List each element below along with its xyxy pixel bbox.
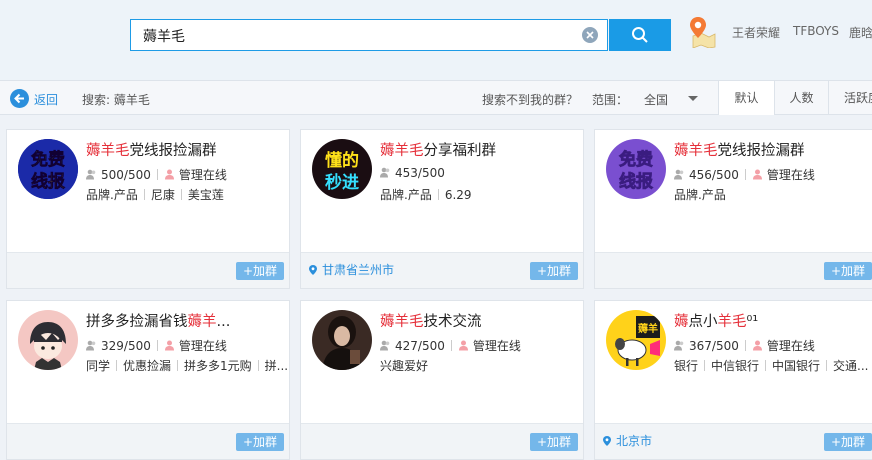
close-icon [586, 31, 594, 39]
group-avatar[interactable] [18, 310, 78, 370]
join-group-button[interactable]: +加群 [236, 262, 284, 280]
join-group-button[interactable]: +加群 [530, 433, 578, 451]
join-group-button[interactable]: +加群 [530, 262, 578, 280]
cartoon-boy-icon [18, 310, 78, 370]
group-title[interactable]: 薅羊毛技术交流 [380, 310, 482, 331]
card-footer: +加群 [7, 252, 289, 288]
admin-icon [458, 340, 468, 351]
clear-search-button[interactable] [582, 27, 598, 43]
members-icon [674, 340, 684, 351]
group-meta: 367/500 管理在线 [674, 337, 815, 354]
group-title[interactable]: 薅羊毛党线报捡漏群 [674, 139, 805, 160]
range-label: 范围： [592, 93, 629, 107]
search-summary: 搜索: 薅羊毛 [82, 93, 150, 107]
search-box[interactable] [130, 19, 608, 51]
group-title[interactable]: 薅羊毛分享福利群 [380, 139, 496, 160]
group-tags: 品牌.产品 尼康 美宝莲 [86, 188, 224, 202]
card-footer: 北京市 +加群 [595, 423, 872, 459]
back-link[interactable]: 返回 [34, 91, 58, 108]
group-avatar[interactable] [312, 310, 372, 370]
group-title[interactable]: 薅点小羊毛⁰¹ [674, 310, 758, 331]
group-tags: 品牌.产品 6.29 [380, 188, 472, 202]
join-group-button[interactable]: +加群 [236, 433, 284, 451]
group-title[interactable]: 薅羊毛党线报捡漏群 [86, 139, 217, 160]
join-group-button[interactable]: +加群 [824, 433, 872, 451]
svg-text:线报: 线报 [31, 171, 65, 192]
filter-bar: 返回 搜索: 薅羊毛 搜索不到我的群？ 范围： 全国 默认 人数 活跃度 [0, 80, 872, 115]
group-location: 北京市 [603, 432, 652, 449]
members-icon [380, 340, 390, 351]
card-footer: +加群 [595, 252, 872, 288]
svg-text:薅羊: 薅羊 [638, 322, 658, 335]
svg-text:线报: 线报 [619, 171, 653, 192]
search-input[interactable] [143, 26, 563, 46]
admin-icon [752, 169, 762, 180]
card-footer: 甘肃省兰州市 +加群 [301, 252, 583, 288]
group-tags: 品牌.产品 [674, 188, 726, 202]
group-card[interactable]: 拼多多捡漏省钱薅羊... 329/500 管理在线 同学 优惠捡漏 拼多多1元购 拼..… [6, 300, 290, 460]
group-title[interactable]: 拼多多捡漏省钱薅羊... [86, 310, 230, 331]
group-avatar[interactable]: 免费 线报 [18, 139, 78, 199]
group-card[interactable]: 免费 线报 薅羊毛党线报捡漏群 500/500 管理在线 品牌.产品 尼康 美宝莲 +… [6, 129, 290, 289]
group-meta: 500/500 管理在线 [86, 166, 227, 183]
group-tags: 银行 中信银行 中国银行 交通... [674, 359, 869, 373]
location-pin-icon [603, 436, 611, 446]
tab-activity[interactable]: 活跃度 [828, 81, 872, 115]
svg-text:免费: 免费 [31, 149, 65, 170]
search-button[interactable] [609, 19, 671, 51]
group-meta: 427/500 管理在线 [380, 337, 521, 354]
group-card[interactable]: 免费 线报 薅羊毛党线报捡漏群 456/500 管理在线 品牌.产品 +加群 [594, 129, 872, 289]
admin-icon [164, 169, 174, 180]
group-tags: 兴趣爱好 [380, 359, 429, 373]
group-card[interactable]: 薅羊毛技术交流 427/500 管理在线 兴趣爱好 +加群 [300, 300, 584, 460]
group-location: 甘肃省兰州市 [309, 261, 394, 278]
group-avatar[interactable]: 免费 线报 [606, 139, 666, 199]
members-icon [674, 169, 684, 180]
group-meta: 329/500 管理在线 [86, 337, 227, 354]
tab-default[interactable]: 默认 [718, 81, 774, 115]
admin-icon [164, 340, 174, 351]
search-icon [632, 27, 648, 43]
group-card[interactable]: 懂的 秒进 薅羊毛分享福利群 453/500 品牌.产品 6.29 甘肃省兰州市 … [300, 129, 584, 289]
girl-photo-icon [312, 310, 372, 370]
group-avatar[interactable]: 薅羊 [606, 310, 666, 370]
hot-link-1[interactable]: 王者荣耀 [732, 24, 780, 41]
map-location-icon[interactable] [687, 16, 717, 48]
not-found-link[interactable]: 搜索不到我的群？ [482, 91, 578, 108]
members-icon [86, 169, 96, 180]
range-select[interactable]: 全国 [644, 91, 668, 108]
sheep-icon: 薅羊 [606, 310, 666, 370]
group-meta: 456/500 管理在线 [674, 166, 815, 183]
tab-members[interactable]: 人数 [774, 81, 828, 115]
members-icon [380, 167, 390, 178]
location-pin-icon [309, 265, 317, 275]
join-group-button[interactable]: +加群 [824, 262, 872, 280]
top-bar: 王者荣耀 TFBOYS 鹿晗 [0, 0, 872, 80]
group-avatar[interactable]: 懂的 秒进 [312, 139, 372, 199]
svg-text:懂的: 懂的 [325, 150, 359, 171]
group-meta: 453/500 [380, 166, 445, 180]
hot-link-3[interactable]: 鹿晗 [849, 24, 872, 41]
members-icon [86, 340, 96, 351]
card-footer: +加群 [7, 423, 289, 459]
svg-text:秒进: 秒进 [325, 172, 359, 193]
hot-link-2[interactable]: TFBOYS [793, 24, 839, 38]
admin-icon [752, 340, 762, 351]
chevron-down-icon[interactable] [688, 96, 698, 101]
group-card[interactable]: 薅羊 薅点小羊毛⁰¹ 367/500 管理在线 银行 中信银行 中国银行 交通... 北… [594, 300, 872, 460]
back-arrow-icon[interactable] [10, 89, 29, 108]
card-footer: +加群 [301, 423, 583, 459]
svg-text:免费: 免费 [619, 149, 653, 170]
group-tags: 同学 优惠捡漏 拼多多1元购 拼... [86, 359, 289, 373]
